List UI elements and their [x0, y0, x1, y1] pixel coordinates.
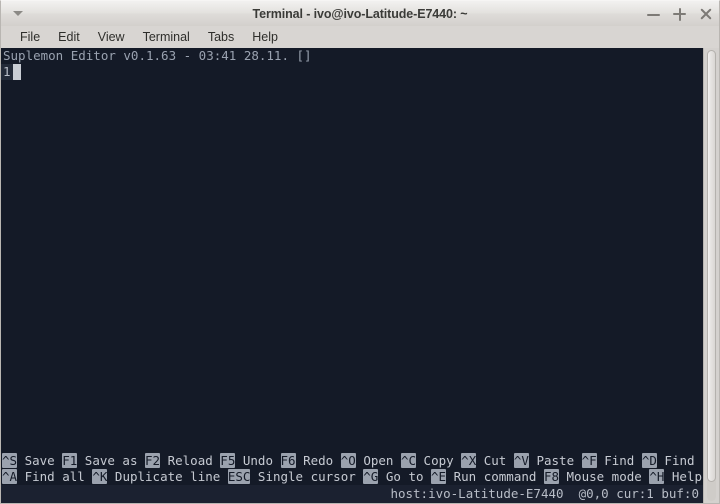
shortcut-label: Run command — [446, 469, 544, 484]
title-bar[interactable]: Terminal - ivo@ivo-Latitude-E7440: ~ — [0, 0, 720, 26]
terminal-window: Terminal - ivo@ivo-Latitude-E7440: ~ Fil… — [0, 0, 720, 504]
shortcut-key: ^F — [581, 453, 597, 468]
shortcut-key: ESC — [227, 469, 251, 484]
shortcut-label: Undo — [235, 453, 281, 468]
shortcut-key: ^G — [363, 469, 379, 484]
shortcut-label: Reload — [160, 453, 221, 468]
shortcut-label: Single cursor — [250, 469, 364, 484]
terminal-area: Suplemon Editor v0.1.63 - 03:41 28.11. [… — [0, 48, 720, 504]
maximize-button[interactable] — [672, 6, 687, 22]
shortcut-key: ^C — [400, 453, 417, 468]
shortcut-label: Find — [596, 453, 642, 468]
chevron-down-icon — [13, 11, 23, 16]
shortcut-legend-row-1: ^S Save F1 Save as F2 Reload F5 Undo F6 … — [1, 453, 703, 469]
shortcut-label: Open — [355, 453, 401, 468]
text-cursor — [13, 64, 21, 80]
shortcut-label: Cut — [476, 453, 514, 468]
shortcut-label: Paste — [528, 453, 582, 468]
terminal-scrollbar[interactable] — [703, 48, 719, 503]
shortcut-key: F5 — [220, 453, 236, 468]
shortcut-key: ^D — [641, 453, 657, 468]
terminal-output[interactable]: Suplemon Editor v0.1.63 - 03:41 28.11. [… — [1, 48, 703, 503]
shortcut-label: Go to — [378, 469, 432, 484]
shortcut-key: ^V — [513, 453, 529, 468]
shortcut-key: F1 — [62, 453, 78, 468]
minimize-button[interactable] — [646, 6, 661, 22]
line-number: 1 — [1, 64, 13, 80]
shortcut-key: F8 — [543, 469, 559, 484]
shortcut-key: ^A — [2, 469, 18, 484]
editor-line-1[interactable]: 1 — [1, 64, 703, 80]
shortcut-key: ^K — [92, 469, 108, 484]
menu-item-help[interactable]: Help — [243, 28, 287, 47]
shortcut-legend-row-2: ^A Find all ^K Duplicate line ESC Single… — [1, 469, 703, 485]
shortcut-key: F2 — [145, 453, 161, 468]
window-controls — [646, 1, 713, 27]
status-bar: host:ivo-Latitude-E7440 @0,0 cur:1 buf:0 — [1, 485, 703, 503]
shortcut-key: ^O — [340, 453, 356, 468]
shortcut-key: ^E — [431, 469, 447, 484]
shortcut-key: ^S — [2, 453, 18, 468]
shortcut-key: ^X — [461, 453, 477, 468]
shortcut-label: Find all — [17, 469, 93, 484]
shortcut-label: Save as — [77, 453, 146, 468]
close-button[interactable] — [698, 6, 713, 22]
shortcut-label: Help — [664, 469, 703, 484]
shortcut-label: Duplicate line — [107, 469, 228, 484]
menu-item-tabs[interactable]: Tabs — [199, 28, 243, 47]
shortcut-key: F6 — [280, 453, 296, 468]
shortcut-label: Find next — [664, 453, 703, 468]
shortcut-label: Mouse mode — [559, 469, 650, 484]
menu-item-edit[interactable]: Edit — [49, 28, 89, 47]
menu-item-view[interactable]: View — [89, 28, 134, 47]
editor-lines[interactable]: 1 — [1, 64, 703, 453]
menu-bar: File Edit View Terminal Tabs Help — [0, 26, 720, 48]
scrollbar-thumb[interactable] — [707, 50, 716, 482]
shortcut-key: ^H — [649, 469, 665, 484]
window-title: Terminal - ivo@ivo-Latitude-E7440: ~ — [252, 6, 468, 21]
maximize-icon — [673, 7, 686, 21]
shortcut-label: Copy — [416, 453, 462, 468]
minimize-icon — [647, 14, 660, 16]
suplemon-status-area: ^S Save F1 Save as F2 Reload F5 Undo F6 … — [1, 453, 703, 503]
shortcut-label: Redo — [295, 453, 341, 468]
menu-item-terminal[interactable]: Terminal — [134, 28, 199, 47]
menu-item-file[interactable]: File — [11, 28, 49, 47]
suplemon-header-line: Suplemon Editor v0.1.63 - 03:41 28.11. [… — [3, 48, 312, 63]
window-menu-button[interactable] — [7, 4, 29, 24]
shortcut-label: Save — [17, 453, 63, 468]
